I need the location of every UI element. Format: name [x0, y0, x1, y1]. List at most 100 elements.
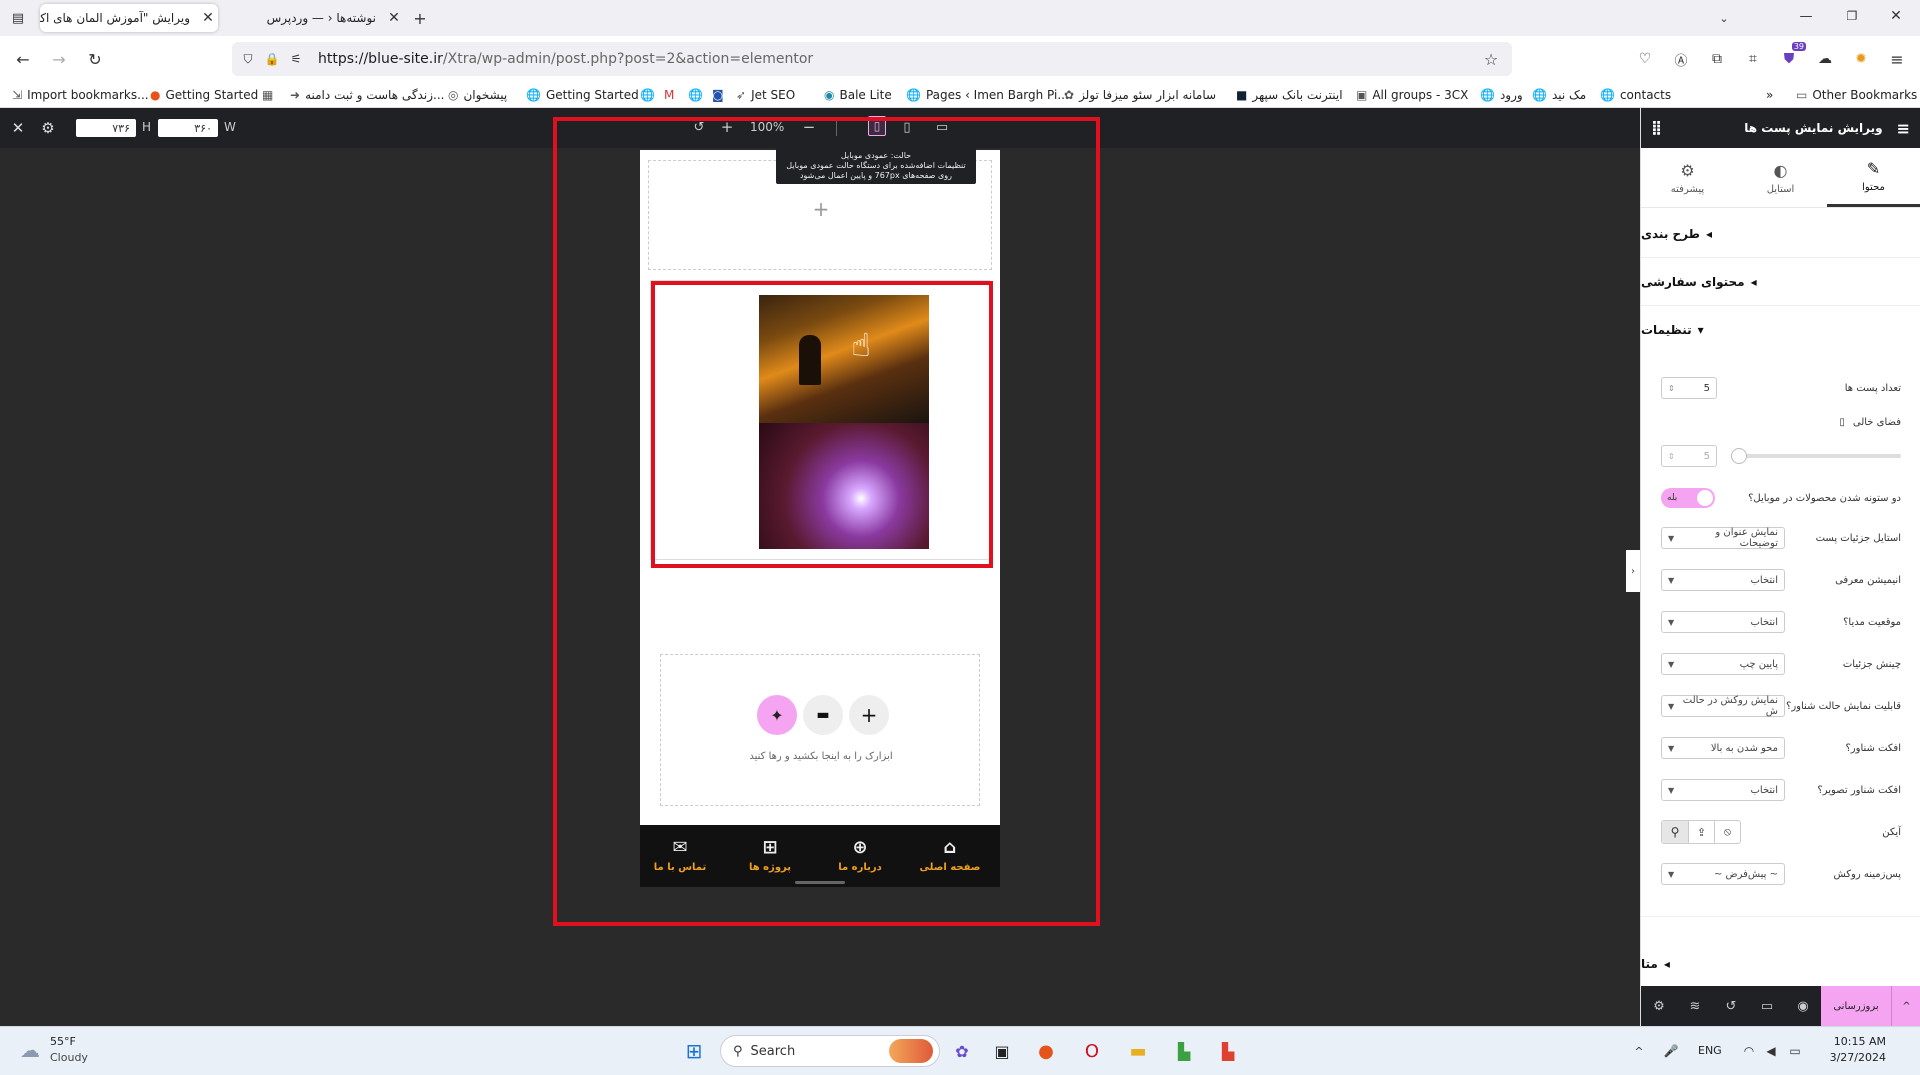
bookmark-item[interactable]: 🌐 ورود	[1480, 86, 1523, 104]
pocket-icon[interactable]: ♡	[1634, 48, 1656, 70]
app-green-icon[interactable]: ▙	[1172, 1039, 1196, 1063]
eye-icon[interactable]: ◉	[1785, 999, 1821, 1014]
width-input[interactable]: ۳۶۰	[158, 119, 218, 137]
clock-date[interactable]: 3/27/2024	[1816, 1051, 1886, 1064]
hamburger-icon[interactable]: ≡	[1897, 119, 1910, 138]
windows-start-icon[interactable]: ⊞	[682, 1039, 706, 1063]
hover-effect-select[interactable]: محو شدن به بالا ▼	[1661, 737, 1785, 759]
language-indicator[interactable]: ENG	[1698, 1044, 1722, 1057]
bookmark-item[interactable]: 🌐 مک نید	[1532, 86, 1586, 104]
tab-advanced[interactable]: ⚙ پیشرفته	[1641, 148, 1734, 207]
gear-extension-icon[interactable]: ✹	[1850, 48, 1872, 70]
section-meta[interactable]: ◂ متا	[1641, 940, 1920, 988]
wifi-icon[interactable]: ◠	[1740, 1041, 1758, 1061]
bookmark-item[interactable]: 🌐 Getting Started	[526, 86, 639, 104]
extensions-icon[interactable]: ⧉	[1706, 48, 1728, 70]
bookmark-item[interactable]: ➜ زندگی هاست و ثبت دامنه...	[290, 86, 444, 104]
bookmark-item[interactable]: 🌐 contacts	[1600, 86, 1671, 104]
clock-time[interactable]: 10:15 AM	[1816, 1035, 1886, 1048]
menu-icon[interactable]: ≡	[1886, 48, 1908, 70]
gap-slider[interactable]	[1731, 448, 1901, 464]
shield-icon[interactable]: ⛉	[240, 51, 256, 67]
bookmark-item[interactable]: ▣ All groups - 3CX	[1356, 86, 1468, 104]
bookmark-item[interactable]: ● Getting Started	[150, 86, 258, 104]
none-icon[interactable]: ⦸	[1714, 821, 1740, 843]
image-hover-effect-select[interactable]: انتخاب ▼	[1661, 779, 1785, 801]
bookmark-item[interactable]: ▦	[262, 86, 278, 104]
slider-thumb[interactable]	[1731, 448, 1747, 464]
media-position-select[interactable]: انتخاب ▼	[1661, 611, 1785, 633]
other-bookmarks[interactable]: ▭ Other Bookmarks	[1796, 86, 1917, 104]
intro-animation-select[interactable]: انتخاب ▼	[1661, 569, 1785, 591]
bookmark-item[interactable]: ■ اینترنت بانک سپهر	[1236, 86, 1343, 104]
weather-cloud-icon[interactable]: ☁	[16, 1037, 44, 1063]
chevron-up-icon[interactable]: ^	[1891, 986, 1920, 1026]
reload-icon[interactable]: ↻	[84, 48, 106, 70]
back-icon[interactable]: ←	[12, 48, 34, 70]
firefox-icon[interactable]: ●	[1034, 1039, 1058, 1063]
forward-icon[interactable]: →	[48, 48, 70, 70]
url-bar[interactable]: ⛉ 🔒 ⚟ https://blue-site.ir/Xtra/wp-admin…	[232, 42, 1512, 76]
close-tab-icon[interactable]: ✕	[384, 10, 404, 26]
update-button[interactable]: بروزرسانی	[1821, 986, 1891, 1026]
bookmark-item[interactable]: ◎ پیشخوان	[448, 86, 507, 104]
two-column-toggle[interactable]: بله	[1661, 488, 1715, 508]
upload-icon[interactable]: ⇪	[1688, 821, 1714, 843]
hover-display-select[interactable]: نمایش روکش در حالت ش ▼	[1661, 695, 1785, 717]
tab-list-icon[interactable]: ▤	[8, 8, 28, 28]
tab-inactive[interactable]: نوشته‌ها ‹ — وردپرس ✕	[226, 4, 404, 32]
opera-icon[interactable]: O	[1080, 1039, 1104, 1063]
tab-content[interactable]: ✎ محتوا	[1827, 148, 1920, 207]
section-custom-content[interactable]: ◂ محتوای سفارشی	[1641, 258, 1920, 306]
app-red-icon[interactable]: ▙	[1216, 1039, 1240, 1063]
close-tab-icon[interactable]: ✕	[198, 10, 218, 26]
minimize-icon[interactable]: —	[1796, 6, 1816, 26]
copilot-icon[interactable]: ✿	[950, 1039, 974, 1063]
gap-input[interactable]: ⇕ 5	[1661, 445, 1717, 467]
details-layout-select[interactable]: پایین چپ ▼	[1661, 653, 1785, 675]
stepper-icon[interactable]: ⇕	[1668, 384, 1675, 393]
bookmark-item[interactable]: ◙	[712, 86, 729, 104]
bookmark-item[interactable]: 🌐	[640, 86, 660, 104]
tab-active[interactable]: ✕ ویرایش "آموزش المان های اکسترا - ...	[40, 4, 218, 32]
section-layout[interactable]: ◂ طرح بندی	[1641, 210, 1920, 258]
responsive-icon[interactable]: ▭	[1749, 999, 1785, 1014]
task-view-icon[interactable]: ▣	[990, 1039, 1014, 1063]
new-tab-icon[interactable]: +	[410, 8, 430, 28]
posts-count-input[interactable]: ⇕ 5	[1661, 377, 1717, 399]
star-icon[interactable]: ☆	[1482, 50, 1500, 69]
bookmark-item[interactable]: M	[664, 86, 679, 104]
section-settings[interactable]: ▾ تنظیمات	[1641, 306, 1920, 354]
bookmark-item[interactable]: 🌐	[688, 86, 708, 104]
tab-style[interactable]: ◐ استایل	[1734, 148, 1827, 207]
cloud-icon[interactable]: ☁	[1814, 48, 1836, 70]
widgets-grid-icon[interactable]: ⣿	[1651, 120, 1662, 136]
bookmark-item[interactable]: 🌐 Pages ‹ Imen Bargh Pi...	[906, 86, 1069, 104]
bookmark-item[interactable]: ◉ Bale Lite	[824, 86, 892, 104]
extension-shield-icon[interactable]: ⛊ 39	[1778, 42, 1806, 70]
layers-icon[interactable]: ≋	[1677, 999, 1713, 1014]
height-input[interactable]: ۷۳۶	[76, 119, 136, 137]
volume-icon[interactable]: ◀	[1762, 1041, 1780, 1061]
file-explorer-icon[interactable]: ▬	[1126, 1039, 1150, 1063]
history-icon[interactable]: ↺	[1713, 999, 1749, 1014]
restore-icon[interactable]: ❐	[1842, 6, 1862, 26]
site-permissions-icon[interactable]: ⚟	[288, 51, 304, 67]
close-window-icon[interactable]: ✕	[1886, 6, 1906, 26]
bookmark-item[interactable]: ⇲ Import bookmarks...	[12, 86, 149, 104]
more-bookmarks-icon[interactable]: »	[1766, 86, 1773, 104]
overlay-bg-select[interactable]: ~ پیش‌فرض ~ ▼	[1661, 863, 1785, 885]
post-details-style-select[interactable]: نمایش عنوان و توضیحات ▼	[1661, 527, 1785, 549]
taskbar-search[interactable]: ⚲ Search	[720, 1035, 940, 1067]
chevron-down-icon[interactable]: ⌄	[1714, 8, 1734, 28]
tray-chevron-icon[interactable]: ^	[1630, 1041, 1648, 1061]
account-icon[interactable]: Ⓐ	[1670, 48, 1692, 70]
settings-icon[interactable]: ⚙	[1641, 999, 1677, 1014]
bookmark-item[interactable]: ➶ Jet SEO	[736, 86, 795, 104]
microphone-icon[interactable]: 🎤	[1662, 1041, 1680, 1061]
settings-icon[interactable]: ⚙	[38, 118, 58, 138]
crop-icon[interactable]: ⌗	[1742, 48, 1764, 70]
battery-icon[interactable]: ▭	[1784, 1041, 1806, 1061]
bookmark-item[interactable]: ✿ سامانه ابزار سئو میزفا تولز	[1064, 86, 1216, 104]
stepper-icon[interactable]: ⇕	[1668, 452, 1675, 461]
